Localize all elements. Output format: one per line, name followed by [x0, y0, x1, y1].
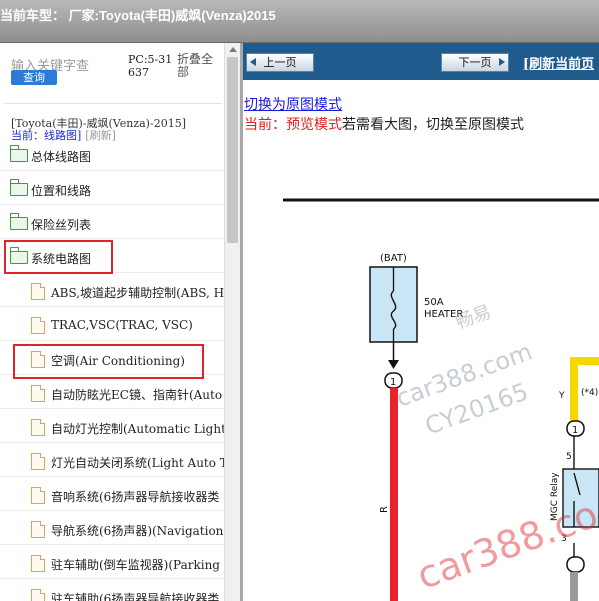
fuse-rating: 50A — [424, 297, 444, 308]
highlight-box-air-conditioning — [13, 344, 204, 379]
collapse-all-button[interactable]: 折叠全部 — [177, 53, 221, 79]
left-pane: 输入关键字查 查询 PC:5-31637 折叠全部 [Toyota(丰田)-威飒… — [0, 43, 240, 601]
tree-doc-label: 自动防眩光EC镜、指南针(Auto — [51, 388, 223, 402]
tree-folder-location[interactable]: 位置和线路 — [0, 174, 225, 205]
document-icon — [31, 589, 45, 601]
tree-doc-abs[interactable]: ABS,坡道起步辅助控制(ABS, Hi — [0, 276, 228, 307]
connector-bottom — [566, 556, 585, 573]
document-icon — [31, 487, 45, 504]
document-icon — [31, 283, 45, 300]
page-nav-bar: 上一页 下一页 [刷新当前页 — [243, 43, 599, 80]
right-pane: 上一页 下一页 [刷新当前页 切换为原图模式 当前：预览模式若需看大图，切换至原… — [243, 43, 599, 601]
tree-doc-label: 灯光自动关闭系统(Light Auto T — [51, 456, 228, 470]
tree-doc-label: 自动灯光控制(Automatic Light — [51, 422, 226, 436]
folder-icon — [9, 213, 28, 230]
tree-doc-trac[interactable]: TRAC,VSC(TRAC, VSC) — [0, 310, 225, 341]
folder-icon — [9, 145, 28, 162]
vehicle-title: 当前车型： 厂家:Toyota(丰田)威飒(Venza)2015 — [0, 8, 276, 23]
divider — [4, 103, 222, 104]
tree-doc-parking-6sp[interactable]: 驻车辅助(6扬声器导航接收器类 — [0, 582, 225, 601]
refresh-page-link[interactable]: [刷新当前页 — [523, 53, 594, 72]
next-page-button[interactable]: 下一页 — [441, 53, 509, 72]
wire-y-label: Y — [558, 391, 565, 401]
document-icon — [31, 317, 45, 334]
document-icon — [31, 453, 45, 470]
tree-doc-navigation[interactable]: 导航系统(6扬声器)(Navigation — [0, 514, 225, 545]
connector-1b-label: 1 — [572, 425, 578, 436]
tree-doc-label: TRAC,VSC(TRAC, VSC) — [51, 318, 193, 332]
mode-status: 当前：预览模式若需看大图，切换至原图模式 — [244, 114, 524, 134]
scroll-up-arrow-icon[interactable] — [229, 47, 237, 52]
arrow-right-icon — [499, 58, 505, 66]
scrollbar-thumb[interactable] — [227, 57, 238, 243]
document-icon — [31, 385, 45, 402]
tree-doc-auto-mirror[interactable]: 自动防眩光EC镜、指南针(Auto — [0, 378, 225, 409]
wire-r-label: R — [379, 506, 390, 513]
relay-pin-top: 5 — [566, 452, 572, 462]
top-bar: 当前车型： 厂家:Toyota(丰田)威飒(Venza)2015 — [0, 0, 599, 43]
switch-original-mode-link[interactable]: 切换为原图模式 — [244, 94, 342, 114]
tree-doc-label: ABS,坡道起步辅助控制(ABS, Hi — [51, 286, 228, 300]
mode-current-label: 当前：预览模式 — [244, 117, 342, 133]
tree-folder-overall[interactable]: 总体线路图 — [0, 140, 225, 171]
pc-code: PC:5-31637 — [128, 53, 173, 79]
tree-doc-light-auto-off[interactable]: 灯光自动关闭系统(Light Auto T — [0, 446, 228, 477]
pin-ref-label: (*4) — [581, 388, 598, 398]
tree-doc-label: 驻车辅助(6扬声器导航接收器类 — [51, 592, 220, 601]
tree-folder-label: 保险丝列表 — [31, 218, 92, 232]
wire-arrow-icon — [388, 360, 399, 369]
document-icon — [31, 555, 45, 572]
wire-red — [390, 388, 398, 601]
mode-hint: 若需看大图，切换至原图模式 — [342, 117, 524, 133]
folder-icon — [9, 179, 28, 196]
prev-page-button[interactable]: 上一页 — [246, 53, 314, 72]
highlight-box-system — [4, 240, 113, 274]
tree-doc-label: 导航系统(6扬声器)(Navigation — [51, 524, 224, 538]
wire-grey — [570, 572, 578, 601]
tree-folder-label: 位置和线路 — [31, 184, 92, 198]
tree-doc-auto-light[interactable]: 自动灯光控制(Automatic Light — [0, 412, 226, 443]
tree-folder-label: 总体线路图 — [31, 150, 92, 164]
left-scrollbar[interactable] — [224, 43, 241, 601]
bat-label: (BAT) — [380, 253, 407, 264]
document-icon — [31, 521, 45, 538]
tree-doc-audio[interactable]: 音响系统(6扬声器导航接收器类 — [0, 480, 225, 511]
prev-page-label: 上一页 — [263, 56, 297, 69]
tree-doc-label: 音响系统(6扬声器导航接收器类 — [51, 490, 220, 504]
tree-folder-fuse[interactable]: 保险丝列表 — [0, 208, 225, 239]
document-icon — [31, 419, 45, 436]
tree-doc-parking-monitor[interactable]: 驻车辅助(倒车监视器)(Parking — [0, 548, 225, 579]
search-button[interactable]: 查询 — [11, 70, 57, 85]
tree-doc-label: 驻车辅助(倒车监视器)(Parking — [51, 558, 220, 572]
